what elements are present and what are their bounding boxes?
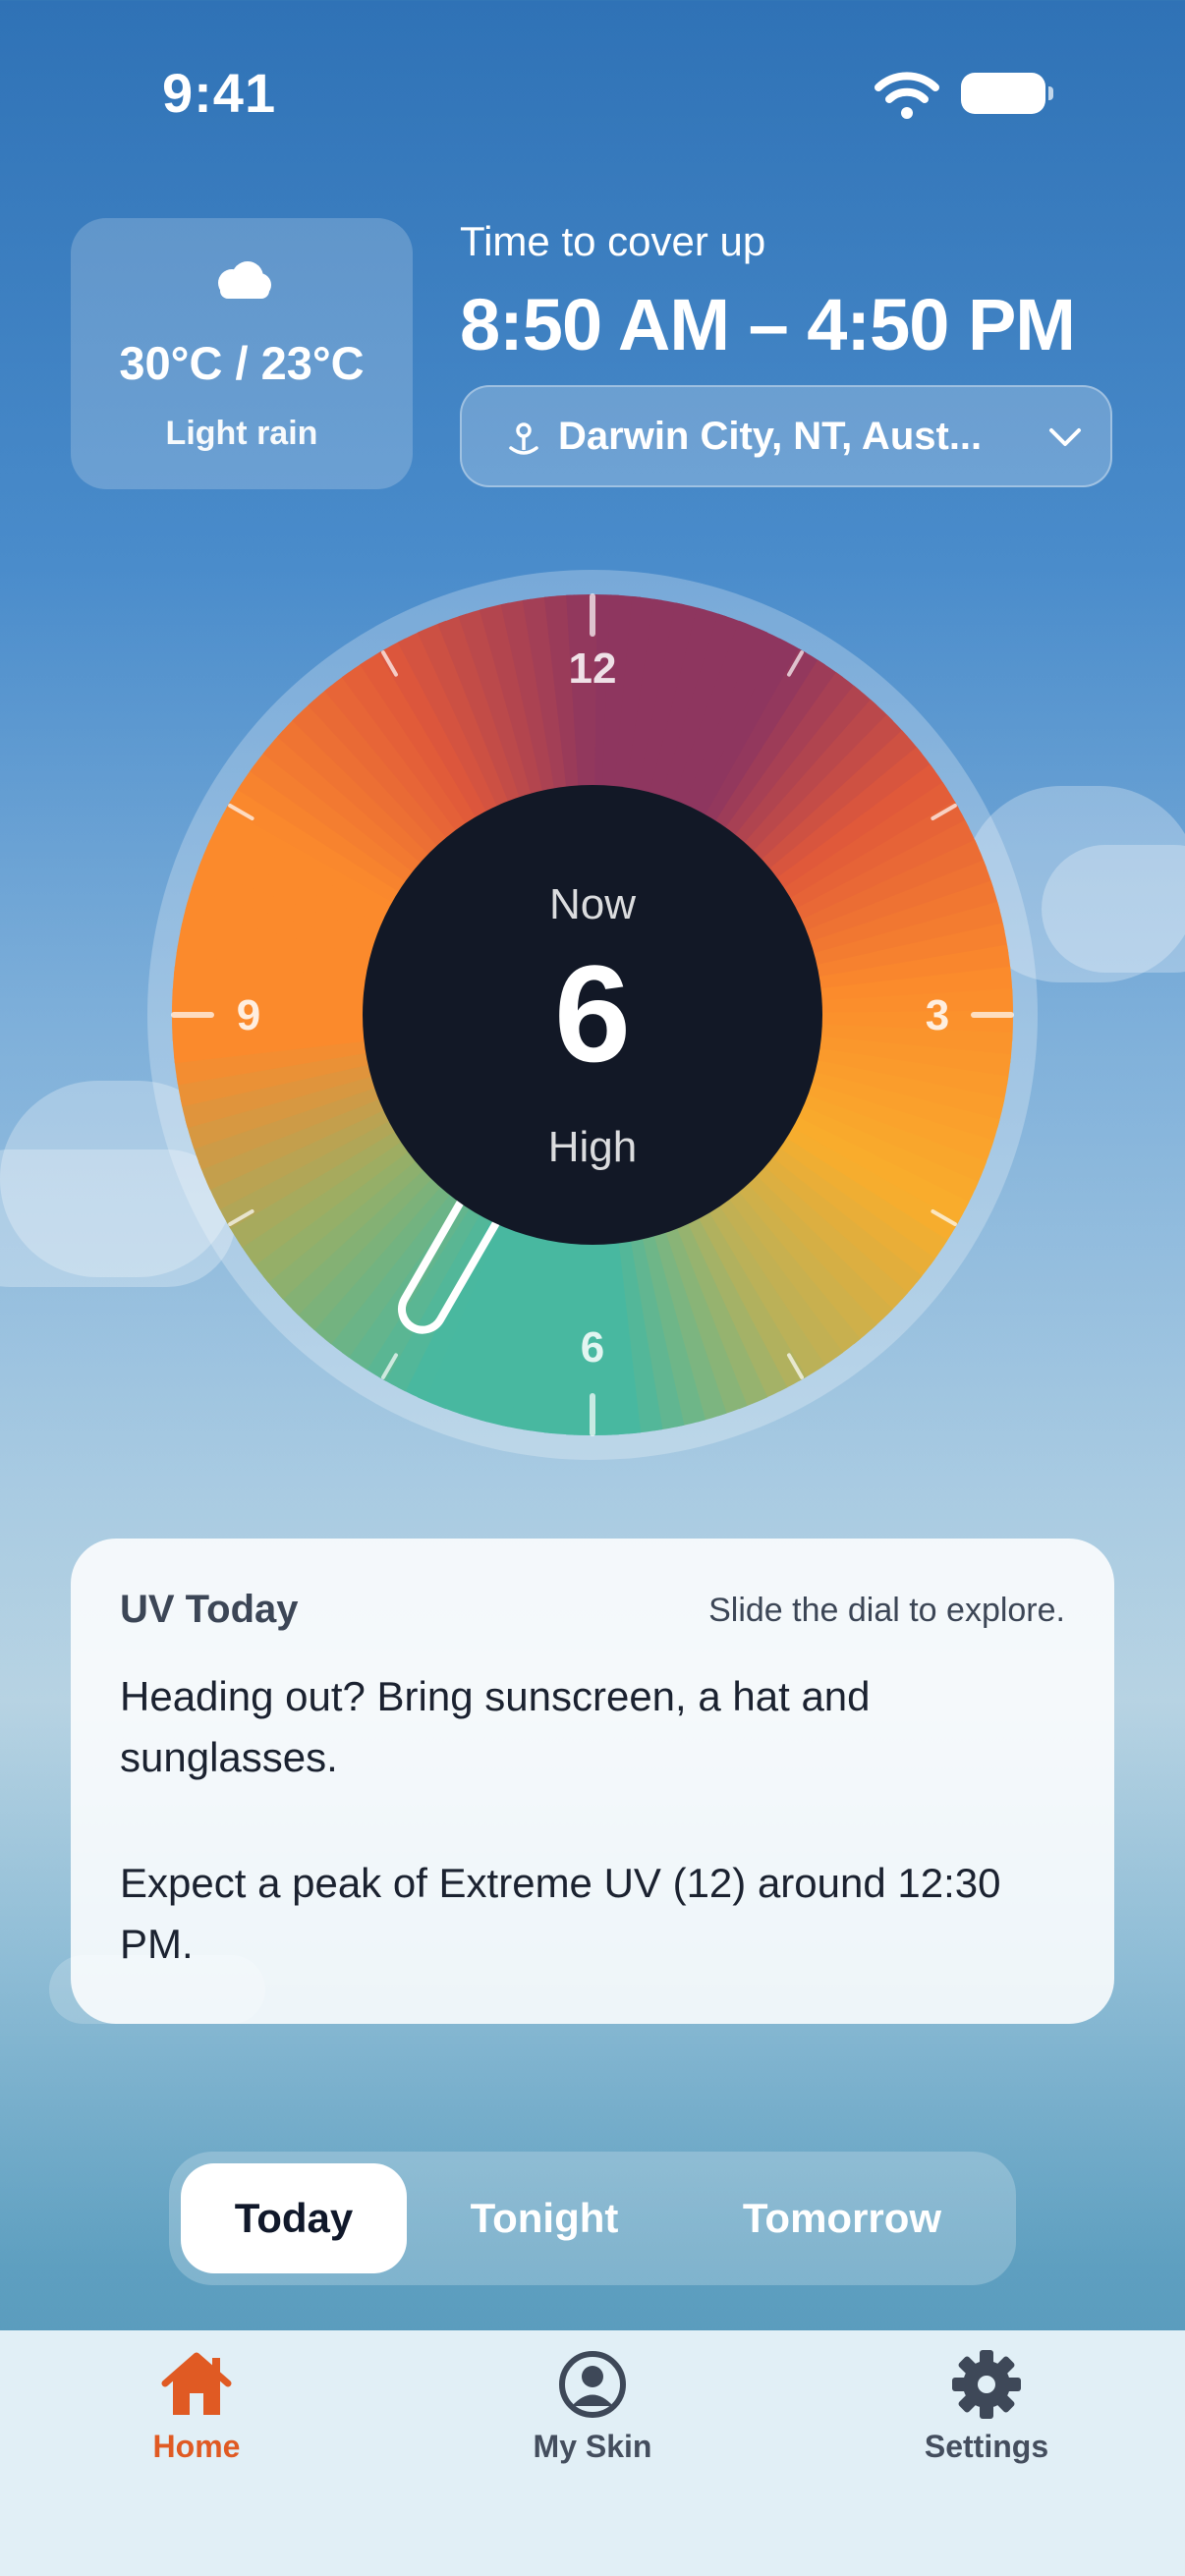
- location-name: Darwin City, NT, Aust...: [558, 415, 983, 458]
- tab-my-skin[interactable]: My Skin: [465, 2350, 720, 2465]
- uv-card-peak: Expect a peak of Extreme UV (12) around …: [120, 1860, 1001, 1967]
- weather-card: 30°C / 23°C Light rain: [71, 218, 413, 489]
- hour-label-9: 9: [237, 991, 260, 1039]
- segment-today[interactable]: Today: [181, 2163, 407, 2273]
- home-icon: [161, 2352, 232, 2415]
- tab-settings[interactable]: Settings: [859, 2350, 1114, 2465]
- tab-home[interactable]: Home: [69, 2350, 324, 2465]
- person-circle-icon: [559, 2351, 626, 2418]
- uv-level-label: High: [548, 1123, 638, 1171]
- cover-up-time-range: 8:50 AM – 4:50 PM: [460, 284, 1076, 365]
- segment-tonight[interactable]: Tonight: [436, 2163, 652, 2273]
- segment-tomorrow[interactable]: Tomorrow: [690, 2163, 994, 2273]
- location-selector[interactable]: Darwin City, NT, Aust...: [460, 385, 1112, 487]
- tab-bar: Home My Skin Settings: [0, 2330, 1185, 2576]
- weather-condition: Light rain: [165, 415, 318, 452]
- wifi-icon: [875, 72, 939, 119]
- location-pin-icon: [509, 422, 538, 455]
- tab-home-label: Home: [152, 2429, 241, 2464]
- day-segmented-control: Today Tonight Tomorrow: [169, 2152, 1016, 2285]
- tab-my-skin-label: My Skin: [533, 2429, 652, 2464]
- background-cloud: [1042, 845, 1185, 973]
- cover-up-label: Time to cover up: [460, 218, 766, 264]
- current-uv-value: 6: [554, 936, 631, 1091]
- hour-label-12: 12: [569, 644, 617, 693]
- cloud-icon: [218, 261, 271, 299]
- uv-card-hint: Slide the dial to explore.: [708, 1592, 1065, 1629]
- now-label: Now: [549, 880, 636, 928]
- uv-today-card: UV Today Slide the dial to explore. Head…: [71, 1539, 1114, 2024]
- uv-dial[interactable]: 12 3 6 9 Now 6 High: [147, 570, 1038, 1460]
- tab-settings-label: Settings: [924, 2429, 1049, 2464]
- temperature-range: 30°C / 23°C: [119, 337, 365, 389]
- hour-label-6: 6: [581, 1323, 604, 1372]
- status-time: 9:41: [162, 62, 277, 124]
- gear-icon: [952, 2350, 1021, 2419]
- chevron-down-icon: [1049, 428, 1081, 446]
- uv-card-title: UV Today: [120, 1588, 299, 1631]
- uv-card-advice: Heading out? Bring sunscreen, a hat and …: [120, 1673, 871, 1780]
- hour-label-3: 3: [926, 991, 949, 1039]
- battery-icon: [961, 73, 1053, 114]
